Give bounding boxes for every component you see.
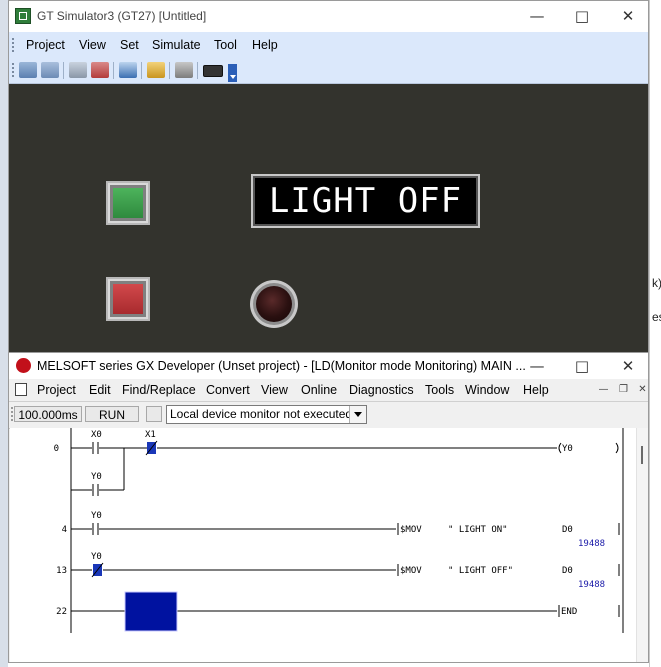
monitor-select-value: Local device monitor not executed	[170, 407, 353, 421]
chevron-down-icon[interactable]	[349, 406, 366, 423]
gx-status-toolbar: 100.000ms RUN Local device monitor not e…	[9, 401, 648, 429]
maximize-button[interactable]: □	[570, 5, 594, 27]
rung-step-number: 0	[54, 444, 59, 454]
end-instruction: END	[561, 607, 577, 617]
read-icon[interactable]	[19, 62, 37, 78]
mdi-restore-button[interactable]: ❐	[617, 383, 630, 396]
contact-label: X0	[91, 430, 102, 440]
coil-label: Y0	[562, 444, 573, 454]
mdi-minimize-button[interactable]: —	[597, 383, 610, 396]
gx-menu-diagnostics[interactable]: Diagnostics	[349, 383, 414, 397]
gx-developer-window: MELSOFT series GX Developer (Unset proje…	[8, 352, 649, 663]
ladder-canvas: 0 X0 X1 Y0 Y0 4 Y0 $MOV " LIGHT ON" D0 1…	[54, 428, 624, 633]
gt-menu-bar: Project View Set Simulate Tool Help	[9, 32, 648, 58]
gx-maximize-button[interactable]: □	[570, 355, 594, 377]
gx-menu-find-replace[interactable]: Find/Replace	[122, 383, 196, 397]
contact-label: X1	[145, 430, 156, 440]
minimize-button[interactable]: —	[525, 5, 549, 27]
ladder-cursor[interactable]	[124, 591, 178, 632]
background-text-fragment: es	[652, 310, 661, 324]
menu-grip-icon	[12, 38, 16, 52]
toolbar-separator	[113, 62, 114, 79]
instruction-operand: " LIGHT ON"	[448, 525, 508, 535]
gx-menu-bar: Project Edit Find/Replace Convert View O…	[9, 379, 648, 401]
rung-step-number: 13	[56, 566, 67, 576]
monitor-select[interactable]: Local device monitor not executed	[166, 405, 367, 424]
gt-window-title: GT Simulator3 (GT27) [Untitled]	[37, 9, 207, 23]
monitor-value: 19488	[578, 580, 605, 590]
gt-simulator-window: GT Simulator3 (GT27) [Untitled] — □ ✕ Pr…	[8, 0, 649, 352]
ladder-diagram[interactable]: 0 X0 X1 Y0 Y0 4 Y0 $MOV " LIGHT ON" D0 1…	[10, 428, 647, 662]
rung-step-number: 22	[56, 607, 67, 617]
gt-app-icon	[15, 8, 31, 24]
gt-menu-simulate[interactable]: Simulate	[152, 38, 201, 52]
gt-title-bar[interactable]: GT Simulator3 (GT27) [Untitled] — □ ✕	[9, 1, 648, 32]
rung-step-number: 4	[62, 525, 67, 535]
contact-label: Y0	[91, 472, 102, 482]
red-off-button[interactable]	[106, 277, 150, 321]
toolbar-overflow-button[interactable]	[228, 64, 237, 82]
monitor-icon[interactable]	[91, 62, 109, 78]
exchange-icon[interactable]	[147, 62, 165, 78]
toolbar-separator	[197, 62, 198, 79]
gt-menu-set[interactable]: Set	[120, 38, 139, 52]
gx-menu-edit[interactable]: Edit	[89, 383, 111, 397]
keyboard-icon[interactable]	[203, 65, 223, 77]
monitor-value: 19488	[578, 539, 605, 549]
screen-icon[interactable]	[119, 62, 137, 78]
write-icon[interactable]	[41, 62, 59, 78]
setting-icon[interactable]	[175, 62, 193, 78]
gx-menu-project[interactable]: Project	[37, 383, 76, 397]
toolbar-separator	[169, 62, 170, 79]
background-text-fragment: k)	[652, 276, 661, 290]
gx-menu-help[interactable]: Help	[523, 383, 549, 397]
destination-device: D0	[562, 566, 573, 576]
indicator-lamp	[250, 280, 298, 328]
desktop-background-left	[0, 0, 8, 667]
close-button[interactable]: ✕	[616, 5, 640, 27]
document-icon[interactable]	[15, 383, 27, 396]
gt-menu-tool[interactable]: Tool	[214, 38, 237, 52]
device-icon[interactable]	[69, 62, 87, 78]
scan-time-display: 100.000ms	[14, 406, 82, 422]
toolbar-grip-icon	[12, 63, 16, 77]
desktop-background-right: k) es	[649, 0, 661, 667]
contact-label: Y0	[91, 552, 102, 562]
green-on-button[interactable]	[106, 181, 150, 225]
destination-device: D0	[562, 525, 573, 535]
gx-menu-convert[interactable]: Convert	[206, 383, 250, 397]
gx-close-button[interactable]: ✕	[616, 355, 640, 377]
gx-minimize-button[interactable]: —	[525, 355, 549, 377]
mdi-close-button[interactable]: ✕	[636, 383, 649, 396]
gt-menu-view[interactable]: View	[79, 38, 106, 52]
melsoft-app-icon	[16, 358, 31, 373]
gt-menu-project[interactable]: Project	[26, 38, 65, 52]
hmi-screen: LIGHT OFF	[9, 84, 648, 352]
ladder-vertical-scrollbar[interactable]	[636, 428, 648, 662]
gx-menu-tools[interactable]: Tools	[425, 383, 454, 397]
status-indicator	[146, 406, 162, 422]
instruction-label: $MOV	[400, 566, 422, 576]
gt-menu-help[interactable]: Help	[252, 38, 278, 52]
gx-menu-online[interactable]: Online	[301, 383, 337, 397]
gx-menu-view[interactable]: View	[261, 383, 288, 397]
red-button-face	[113, 284, 143, 314]
gt-toolbar	[9, 58, 648, 84]
run-state-display: RUN	[85, 406, 139, 422]
toolbar-separator	[63, 62, 64, 79]
scrollbar-thumb[interactable]	[641, 446, 643, 464]
instruction-operand: " LIGHT OFF"	[448, 566, 513, 576]
contact-label: Y0	[91, 511, 102, 521]
gx-title-bar[interactable]: MELSOFT series GX Developer (Unset proje…	[9, 353, 648, 379]
light-status-text: LIGHT OFF	[268, 181, 463, 221]
green-button-face	[113, 188, 143, 218]
instruction-label: $MOV	[400, 525, 422, 535]
toolbar-separator	[141, 62, 142, 79]
gx-menu-window[interactable]: Window	[465, 383, 509, 397]
light-status-display: LIGHT OFF	[251, 174, 480, 228]
gx-window-title: MELSOFT series GX Developer (Unset proje…	[37, 359, 526, 373]
lamp-face	[256, 286, 292, 322]
